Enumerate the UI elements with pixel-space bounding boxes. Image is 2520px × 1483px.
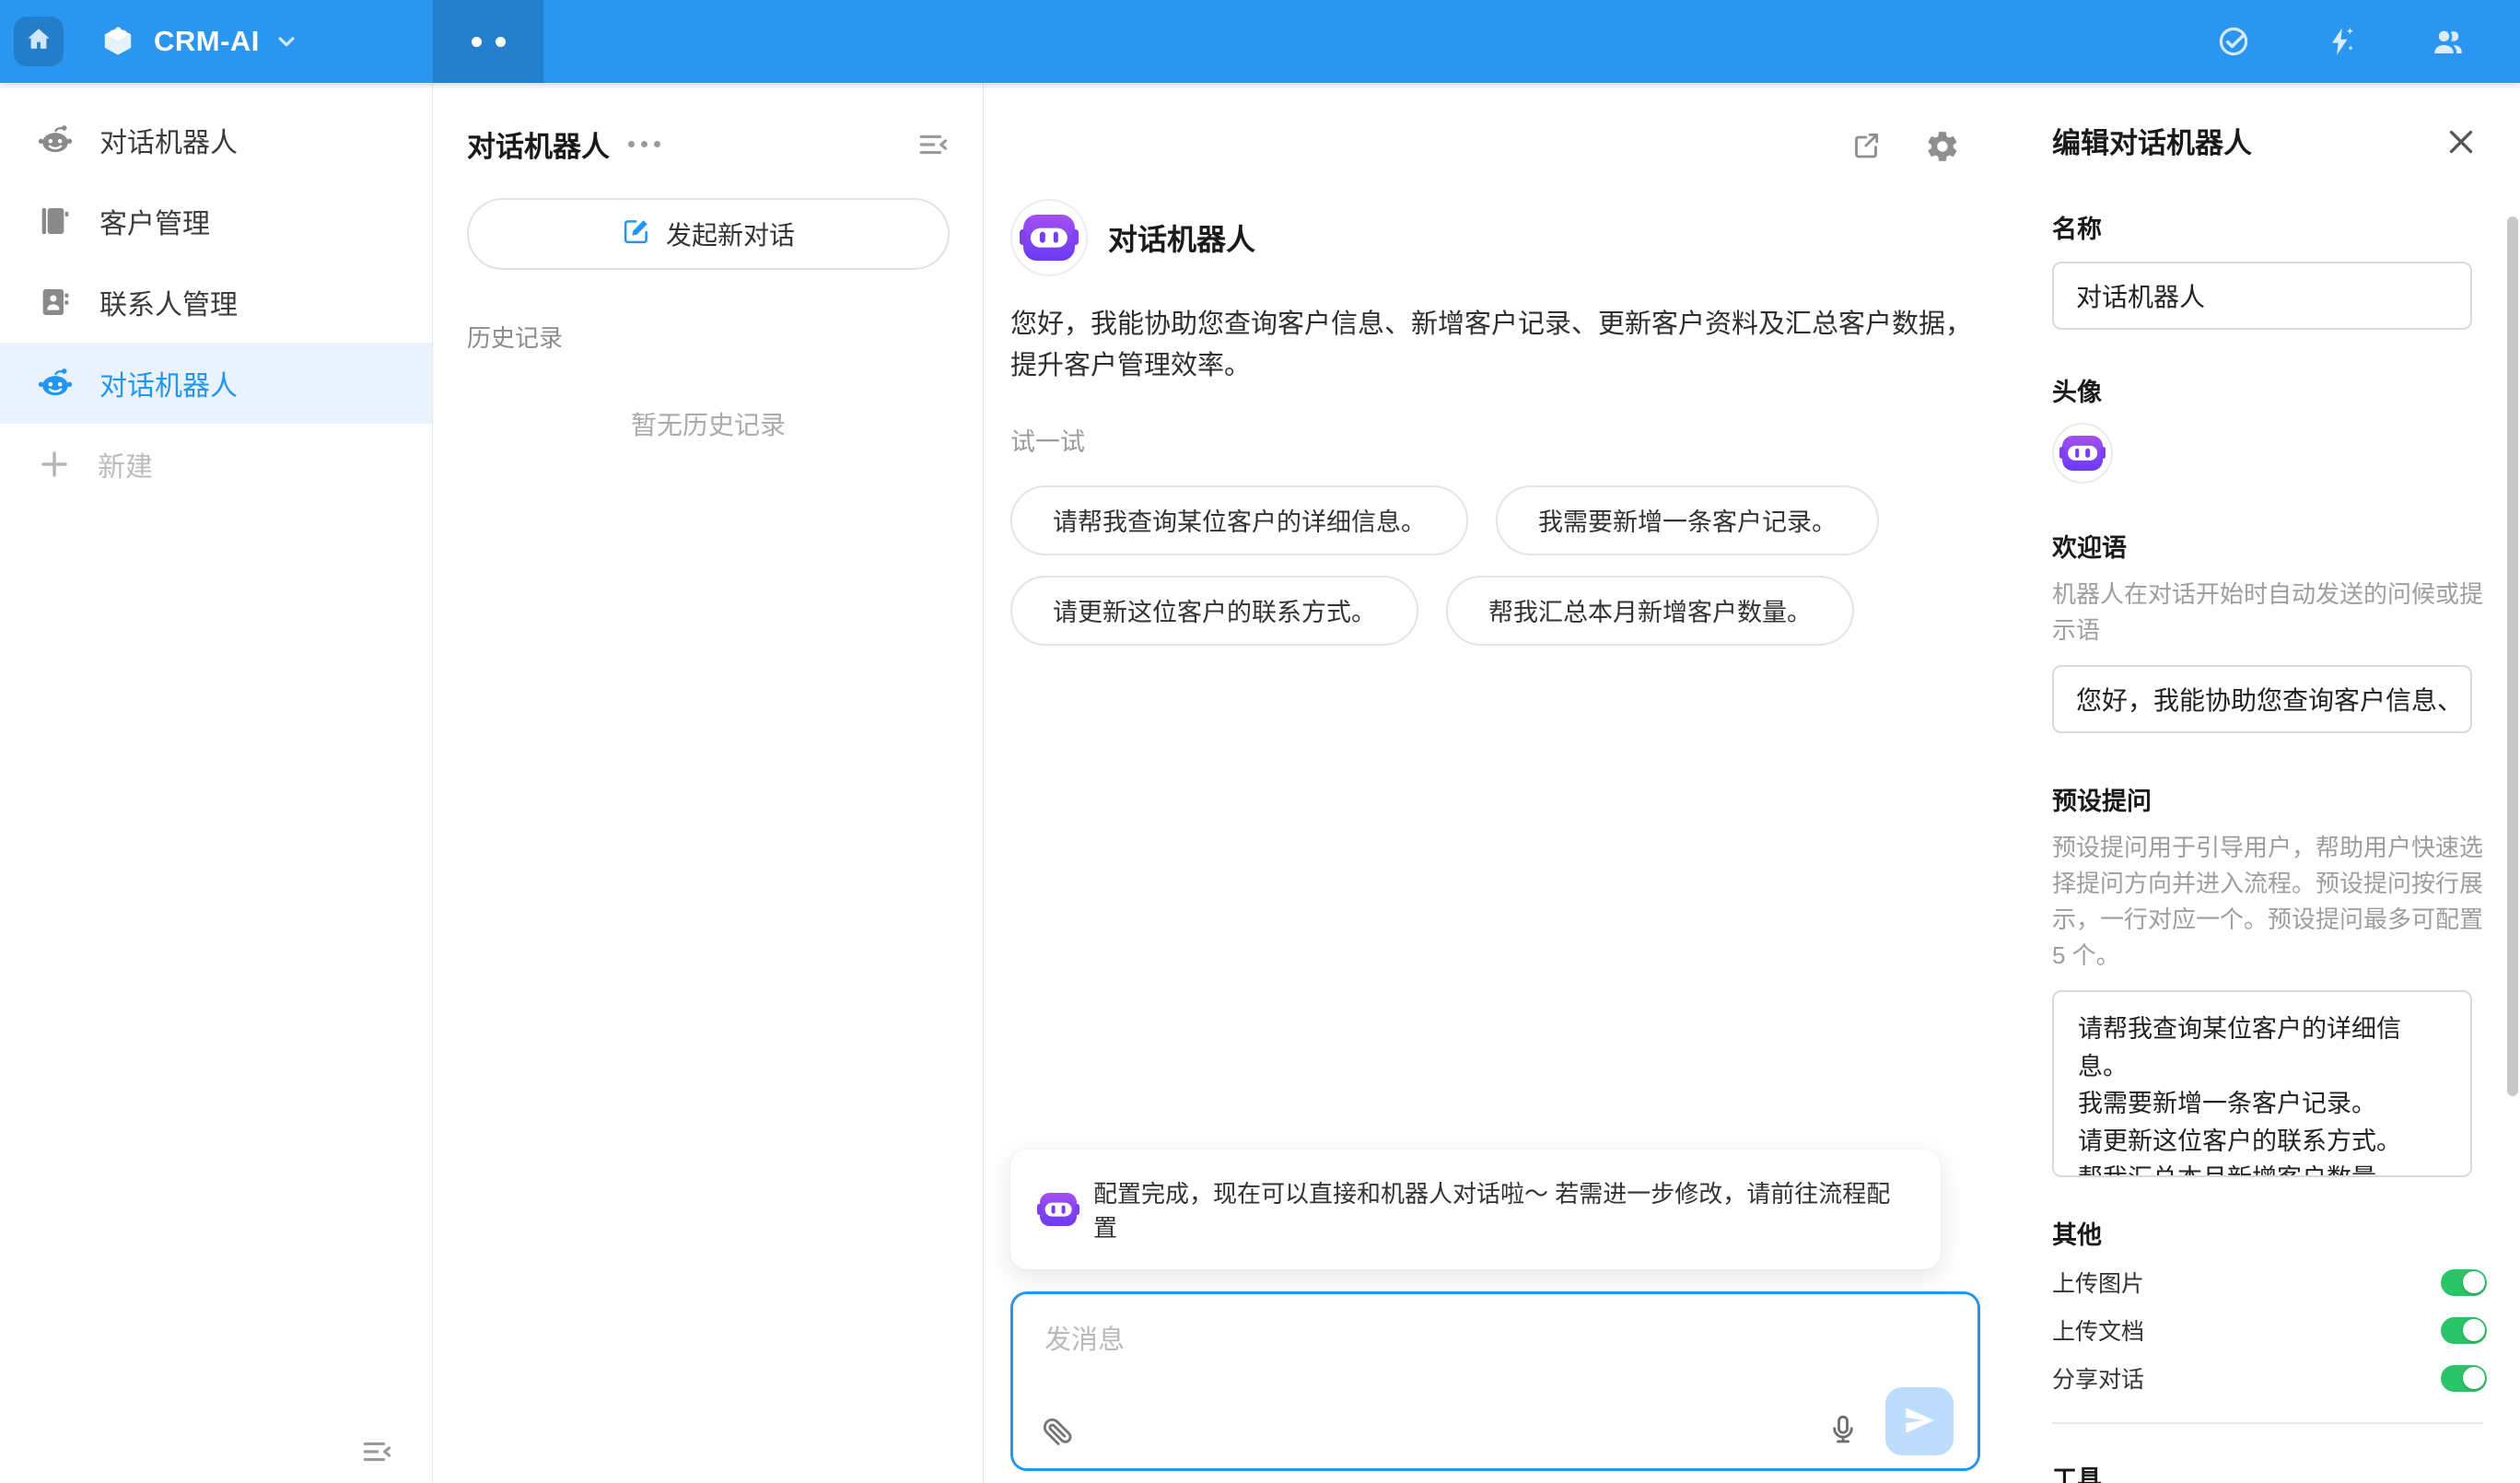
external-link-icon[interactable] — [1849, 129, 1883, 164]
chat-area: 对话机器人 您好，我能协助您查询客户信息、新增客户记录、更新客户资料及汇总客户数… — [985, 83, 2019, 1483]
close-icon[interactable] — [2444, 125, 2478, 158]
new-chat-label: 发起新对话 — [666, 216, 795, 252]
home-button[interactable] — [14, 17, 64, 66]
preset-hint: 预设提问用于引导用户，帮助用户快速选择提问方向并进入流程。预设提问按行展示，一行… — [2052, 830, 2487, 974]
crm-ai-app: CRM-AI — [0, 0, 2520, 1483]
sidebar-item-chatbot-active[interactable]: 对话机器人 — [0, 343, 432, 424]
name-label: 名称 — [2052, 209, 2520, 245]
mic-icon[interactable] — [1826, 1413, 1860, 1446]
compose-icon — [622, 216, 651, 252]
bot-avatar-icon — [1040, 1193, 1077, 1225]
sidebar-item-label: 联系人管理 — [99, 282, 238, 322]
sidebar-item-customers[interactable]: 客户管理 — [0, 181, 432, 262]
sidebar-item-label: 对话机器人 — [99, 363, 238, 403]
toggle-row-upload-image: 上传图片 — [2052, 1266, 2487, 1299]
upload-doc-toggle[interactable] — [2441, 1317, 2487, 1344]
chevron-down-icon[interactable] — [273, 28, 300, 55]
bot-avatar-icon — [1023, 215, 1075, 260]
app-logo-icon — [97, 20, 139, 63]
check-circle-icon[interactable] — [2216, 24, 2251, 59]
divider — [2052, 1422, 2483, 1424]
toast-message: 配置完成，现在可以直接和机器人对话啦～ 若需进一步修改，请前往流程配置 — [1093, 1175, 1911, 1244]
bot-avatar-icon — [2062, 436, 2103, 472]
contacts-icon — [37, 284, 74, 321]
conversations-header: 对话机器人 — [467, 123, 950, 165]
gear-icon[interactable] — [1925, 129, 1960, 164]
customers-icon — [37, 203, 74, 239]
toggle-row-share-chat: 分享对话 — [2052, 1361, 2487, 1395]
tab-dots-icon — [496, 37, 506, 47]
tab-dots-icon — [472, 37, 482, 47]
tools-label: 工具 — [2052, 1459, 2520, 1483]
toggle-label: 分享对话 — [2052, 1361, 2441, 1395]
more-icon[interactable] — [628, 141, 660, 147]
send-icon — [1901, 1402, 1938, 1442]
suggestion-pill[interactable]: 帮我汇总本月新增客户数量。 — [1446, 576, 1854, 646]
name-input[interactable] — [2052, 262, 2472, 330]
other-label: 其他 — [2052, 1215, 2520, 1251]
sidebar: 对话机器人 客户管理 联系人管理 — [0, 83, 433, 1483]
topbar-actions — [2216, 23, 2467, 60]
sidebar-item-label: 对话机器人 — [99, 120, 238, 160]
upload-image-toggle[interactable] — [2441, 1269, 2487, 1296]
sidebar-item-label: 客户管理 — [99, 201, 210, 241]
preset-questions-input[interactable]: 请帮我查询某位客户的详细信息。 我需要新增一条客户记录。 请更新这位客户的联系方… — [2052, 990, 2472, 1177]
welcome-message: 您好，我能协助您查询客户信息、新增客户记录、更新客户资料及汇总客户数据，提升客户… — [1010, 304, 1980, 387]
robot-icon — [37, 365, 74, 402]
app-name: CRM-AI — [154, 25, 260, 58]
avatar-label: 头像 — [2052, 372, 2520, 408]
collapse-sidebar-icon[interactable] — [360, 1435, 393, 1468]
edit-bot-panel: 编辑对话机器人 名称 头像 欢迎语 机器人在对话开始时自动发送的问候或提示语 预… — [2020, 83, 2520, 1483]
robot-icon — [37, 122, 74, 158]
avatar-picker[interactable] — [2052, 423, 2113, 484]
toggle-row-upload-doc: 上传文档 — [2052, 1314, 2487, 1347]
sidebar-item-chatbot[interactable]: 对话机器人 — [0, 99, 432, 181]
home-icon — [24, 25, 53, 59]
conversations-title: 对话机器人 — [467, 123, 610, 165]
try-label: 试一试 — [1010, 422, 1980, 458]
welcome-hint: 机器人在对话开始时自动发送的问候或提示语 — [2052, 577, 2487, 648]
welcome-input[interactable] — [2052, 665, 2472, 733]
history-label: 历史记录 — [467, 320, 950, 354]
suggestion-pill[interactable]: 请更新这位客户的联系方式。 — [1010, 576, 1418, 646]
users-icon[interactable] — [2430, 23, 2467, 60]
new-chat-button[interactable]: 发起新对话 — [467, 198, 950, 270]
history-empty-text: 暂无历史记录 — [467, 405, 950, 442]
suggestion-row: 请帮我查询某位客户的详细信息。 我需要新增一条客户记录。 — [1010, 485, 1980, 555]
share-chat-toggle[interactable] — [2441, 1365, 2487, 1392]
send-button[interactable] — [1885, 1387, 1954, 1455]
paperclip-icon[interactable] — [1041, 1415, 1074, 1448]
bot-name: 对话机器人 — [1108, 216, 1255, 259]
sidebar-item-contacts[interactable]: 联系人管理 — [0, 262, 432, 343]
config-complete-toast: 配置完成，现在可以直接和机器人对话啦～ 若需进一步修改，请前往流程配置 — [1010, 1150, 1941, 1269]
active-app-tab[interactable] — [433, 0, 543, 83]
chat-actions — [1849, 129, 1960, 164]
bot-avatar — [1010, 199, 1088, 276]
suggestion-pill[interactable]: 请帮我查询某位客户的详细信息。 — [1010, 485, 1468, 555]
message-input-container — [1010, 1291, 1980, 1471]
suggestion-row: 请更新这位客户的联系方式。 帮我汇总本月新增客户数量。 — [1010, 576, 1980, 646]
conversations-panel: 对话机器人 发起新对话 历史记录 暂无历史记录 — [434, 83, 984, 1483]
sparkle-icon[interactable] — [2323, 24, 2358, 59]
collapse-conversations-icon[interactable] — [916, 128, 950, 161]
welcome-label: 欢迎语 — [2052, 528, 2520, 564]
sidebar-new-button[interactable]: 新建 — [0, 424, 432, 505]
edit-panel-scrollbar[interactable] — [2507, 216, 2518, 1096]
topbar: CRM-AI — [0, 0, 2520, 83]
plus-icon — [37, 447, 72, 482]
preset-label: 预设提问 — [2052, 781, 2520, 817]
toggle-label: 上传图片 — [2052, 1266, 2441, 1299]
suggestion-pill[interactable]: 我需要新增一条客户记录。 — [1496, 485, 1879, 555]
bot-header: 对话机器人 — [1010, 199, 1980, 276]
toggle-label: 上传文档 — [2052, 1314, 2441, 1347]
sidebar-new-label: 新建 — [98, 444, 153, 485]
